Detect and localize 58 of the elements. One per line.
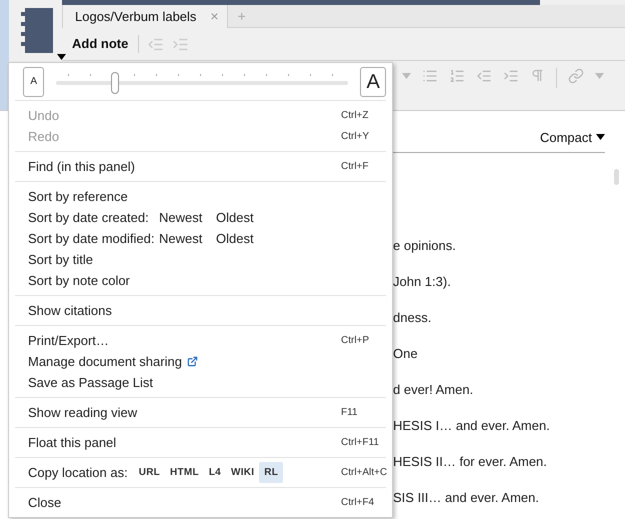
link-icon[interactable]	[568, 68, 584, 84]
notebook-icon[interactable]	[20, 8, 53, 53]
shortcut-label: Ctrl+Y	[341, 130, 370, 144]
note-text: e opinions.	[393, 237, 457, 253]
bulleted-list-icon[interactable]	[422, 68, 438, 84]
scrollbar-thumb[interactable]	[614, 169, 619, 185]
menu-item[interactable]: Find (in this panel)	[28, 156, 135, 176]
sort-option[interactable]: Oldest	[216, 228, 273, 248]
outdent-icon[interactable]	[476, 68, 492, 84]
menu-item[interactable]: Float this panel	[28, 432, 116, 452]
menu-item[interactable]: Sort by reference	[28, 186, 128, 206]
menu-item[interactable]: Save as Passage List	[28, 372, 154, 392]
menu-item[interactable]: Manage document sharing	[28, 352, 182, 372]
note-text: HESIS I… and ever. Amen.	[393, 417, 551, 433]
note-text: SIS III… and ever. Amen.	[393, 489, 540, 505]
menu-item[interactable]: Close	[28, 492, 62, 512]
note-text: John 1:3).	[393, 273, 452, 289]
format-option[interactable]: L4	[204, 462, 226, 483]
sort-option[interactable]: Oldest	[216, 208, 273, 228]
numbered-list-icon[interactable]	[449, 68, 465, 84]
slider-thumb[interactable]	[110, 72, 119, 94]
menu-item-label: Copy location as:	[28, 464, 128, 482]
shortcut-label: Ctrl+F11	[341, 436, 379, 450]
menu-item-label: Sort by date created:	[28, 208, 150, 227]
format-option[interactable]: RL	[259, 462, 284, 483]
caret-icon	[57, 54, 66, 60]
larger-text-button[interactable]: A	[360, 66, 386, 96]
menu-item[interactable]: Show reading view	[28, 402, 138, 422]
paragraph-icon[interactable]	[530, 68, 545, 83]
sort-option[interactable]: Newest	[159, 228, 216, 248]
external-link-icon	[186, 356, 198, 367]
shortcut-label: Ctrl+F4	[341, 496, 374, 510]
dropdown-caret-icon	[402, 73, 411, 79]
format-option[interactable]: WIKI	[226, 462, 260, 483]
menu-item[interactable]: Sort by title	[28, 250, 94, 270]
smaller-text-button[interactable]: A	[23, 66, 44, 96]
menu-item[interactable]: Show citations	[28, 300, 112, 320]
document-tab[interactable]: Logos/Verbum labels ×	[62, 5, 228, 28]
note-text: One	[393, 345, 419, 361]
format-option[interactable]: HTML	[165, 462, 204, 483]
shortcut-label: Ctrl+F	[341, 160, 368, 174]
menu-item-label: Sort by date modified:	[28, 230, 156, 248]
note-text: d ever! Amen.	[393, 381, 474, 397]
indent-icon[interactable]	[503, 68, 519, 84]
shortcut-label: Ctrl+Z	[341, 109, 368, 123]
shortcut-label: Ctrl+P	[341, 334, 370, 348]
sort-option[interactable]: Newest	[159, 208, 216, 228]
view-mode-dropdown[interactable]: Compact	[540, 128, 605, 147]
format-option[interactable]: URL	[134, 462, 166, 483]
caret-icon	[596, 134, 605, 140]
shortcut-label: F11	[341, 406, 358, 420]
menu-item[interactable]: Sort by note color	[28, 270, 130, 290]
menu-item[interactable]: Print/Export…	[28, 330, 109, 350]
dropdown-caret-icon	[595, 73, 604, 79]
note-text: dness.	[393, 309, 432, 325]
add-note-button[interactable]: Add note	[72, 34, 134, 54]
note-text: HESIS II… for ever. Amen.	[393, 453, 548, 469]
shortcut-label: Ctrl+Alt+C	[341, 466, 388, 480]
